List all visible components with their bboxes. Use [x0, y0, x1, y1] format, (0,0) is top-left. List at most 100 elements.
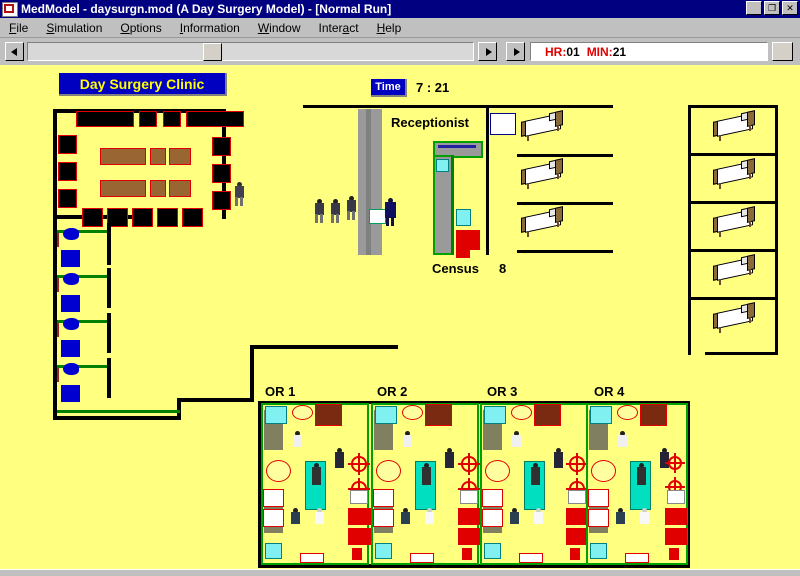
or-supply-bin[interactable]	[265, 406, 287, 424]
restore-button[interactable]: ❐	[764, 1, 780, 15]
menu-item-interact[interactable]: Interact	[310, 21, 368, 35]
or-tray[interactable]	[588, 509, 609, 527]
or-equipment-red[interactable]	[462, 548, 472, 560]
or-equipment-red[interactable]	[570, 548, 580, 560]
receptionist-figure[interactable]	[384, 198, 396, 228]
recovery-bed[interactable]	[521, 110, 567, 145]
or-staff-figure[interactable]	[422, 508, 435, 540]
waiting-chair[interactable]	[76, 111, 134, 127]
or-staff-figure[interactable]	[637, 508, 650, 540]
patient-on-table[interactable]	[309, 463, 322, 507]
waiting-chair[interactable]	[82, 208, 103, 227]
exam-room-chair[interactable]	[63, 228, 79, 240]
speed-slider-track[interactable]	[27, 42, 474, 61]
menu-item-help[interactable]: Help	[368, 21, 411, 35]
waiting-chair[interactable]	[58, 162, 77, 181]
or-tray[interactable]	[263, 489, 284, 507]
recovery-bed[interactable]	[713, 110, 759, 145]
or-supply-bin[interactable]	[375, 406, 397, 424]
or-surgeon-figure[interactable]	[332, 448, 345, 482]
or-supply-bin[interactable]	[265, 543, 282, 559]
menu-item-simulation[interactable]: Simulation	[37, 21, 111, 35]
scroll-right-button[interactable]	[478, 42, 497, 61]
or-equipment-red[interactable]	[669, 548, 679, 560]
waiting-chair[interactable]	[182, 208, 203, 227]
waiting-chair[interactable]	[58, 135, 77, 154]
or-supply-box[interactable]	[568, 490, 586, 504]
or-staff-figure[interactable]	[509, 431, 522, 461]
waiting-chair[interactable]	[132, 208, 153, 227]
exam-room-chair[interactable]	[63, 273, 79, 285]
or-surgeon-figure[interactable]	[442, 448, 455, 482]
or-wall-unit[interactable]	[534, 404, 561, 426]
reception-window[interactable]	[490, 113, 516, 135]
or-equipment-red[interactable]	[348, 508, 372, 525]
or-tray[interactable]	[588, 489, 609, 507]
or-supply-bin[interactable]	[484, 543, 501, 559]
queue-entity-red[interactable]	[456, 230, 480, 250]
or-equipment-red[interactable]	[665, 528, 687, 545]
or-tray[interactable]	[373, 489, 394, 507]
or-staff-figure[interactable]	[507, 508, 520, 540]
waiting-bench[interactable]	[100, 180, 146, 197]
waiting-bench[interactable]	[150, 180, 166, 197]
or-wall-unit[interactable]	[315, 404, 342, 426]
or-wall-unit[interactable]	[640, 404, 667, 426]
patient-figure[interactable]	[233, 182, 245, 208]
or-equipment-red[interactable]	[665, 508, 687, 525]
menu-item-file[interactable]: File	[0, 21, 37, 35]
exam-room-chair[interactable]	[63, 363, 79, 375]
or-staff-figure[interactable]	[288, 508, 301, 540]
recovery-bed[interactable]	[713, 206, 759, 241]
patient-on-table[interactable]	[419, 463, 432, 507]
or-surgeon-figure[interactable]	[551, 448, 564, 482]
or-staff-figure[interactable]	[398, 508, 411, 540]
or-supply-box[interactable]	[460, 490, 478, 504]
exam-room-bed[interactable]	[61, 295, 80, 312]
or-staff-figure[interactable]	[400, 431, 413, 461]
or-staff-figure[interactable]	[290, 431, 303, 461]
queue-entity[interactable]	[436, 159, 449, 172]
or-equipment-red[interactable]	[352, 548, 362, 560]
waiting-bench[interactable]	[100, 148, 146, 165]
menu-item-information[interactable]: Information	[171, 21, 249, 35]
status-panel-resize-handle[interactable]	[772, 42, 793, 61]
waiting-chair[interactable]	[212, 164, 231, 183]
or-equipment-red[interactable]	[348, 528, 372, 545]
or-staff-figure[interactable]	[312, 508, 325, 540]
waiting-bench[interactable]	[150, 148, 166, 165]
or-supply-box[interactable]	[667, 490, 685, 504]
patient-figure[interactable]	[313, 199, 325, 227]
exam-room-bed[interactable]	[61, 340, 80, 357]
queue-entity[interactable]	[456, 209, 471, 226]
exam-room-chair[interactable]	[63, 318, 79, 330]
or-tray[interactable]	[263, 509, 284, 527]
recovery-bed[interactable]	[521, 206, 567, 241]
close-button[interactable]: ✕	[782, 1, 798, 15]
or-supply-bin[interactable]	[590, 543, 607, 559]
or-staff-figure[interactable]	[615, 431, 628, 461]
waiting-bench[interactable]	[169, 180, 191, 197]
or-staff-figure[interactable]	[613, 508, 626, 540]
exam-room-bed[interactable]	[61, 385, 80, 402]
or-tray[interactable]	[373, 509, 394, 527]
queue-entity-red[interactable]	[456, 250, 470, 258]
or-tray[interactable]	[482, 509, 503, 527]
minimize-button[interactable]: _	[746, 1, 762, 16]
scroll-left-button[interactable]	[5, 42, 24, 61]
waiting-chair[interactable]	[212, 137, 231, 156]
model-layout-canvas[interactable]: Day Surgery Clinic Time 7 : 21 Reception…	[0, 65, 800, 569]
speed-slider-thumb[interactable]	[203, 43, 222, 61]
waiting-chair[interactable]	[139, 111, 157, 127]
or-supply-bin[interactable]	[484, 406, 506, 424]
or-tray[interactable]	[482, 489, 503, 507]
patient-figure[interactable]	[329, 199, 341, 227]
waiting-bench[interactable]	[169, 148, 191, 165]
waiting-chair[interactable]	[163, 111, 181, 127]
menu-item-window[interactable]: Window	[249, 21, 310, 35]
recovery-bed[interactable]	[713, 254, 759, 289]
waiting-chair[interactable]	[58, 189, 77, 208]
patient-on-table[interactable]	[634, 463, 647, 507]
exam-room-bed[interactable]	[61, 250, 80, 267]
recovery-bed[interactable]	[521, 158, 567, 193]
